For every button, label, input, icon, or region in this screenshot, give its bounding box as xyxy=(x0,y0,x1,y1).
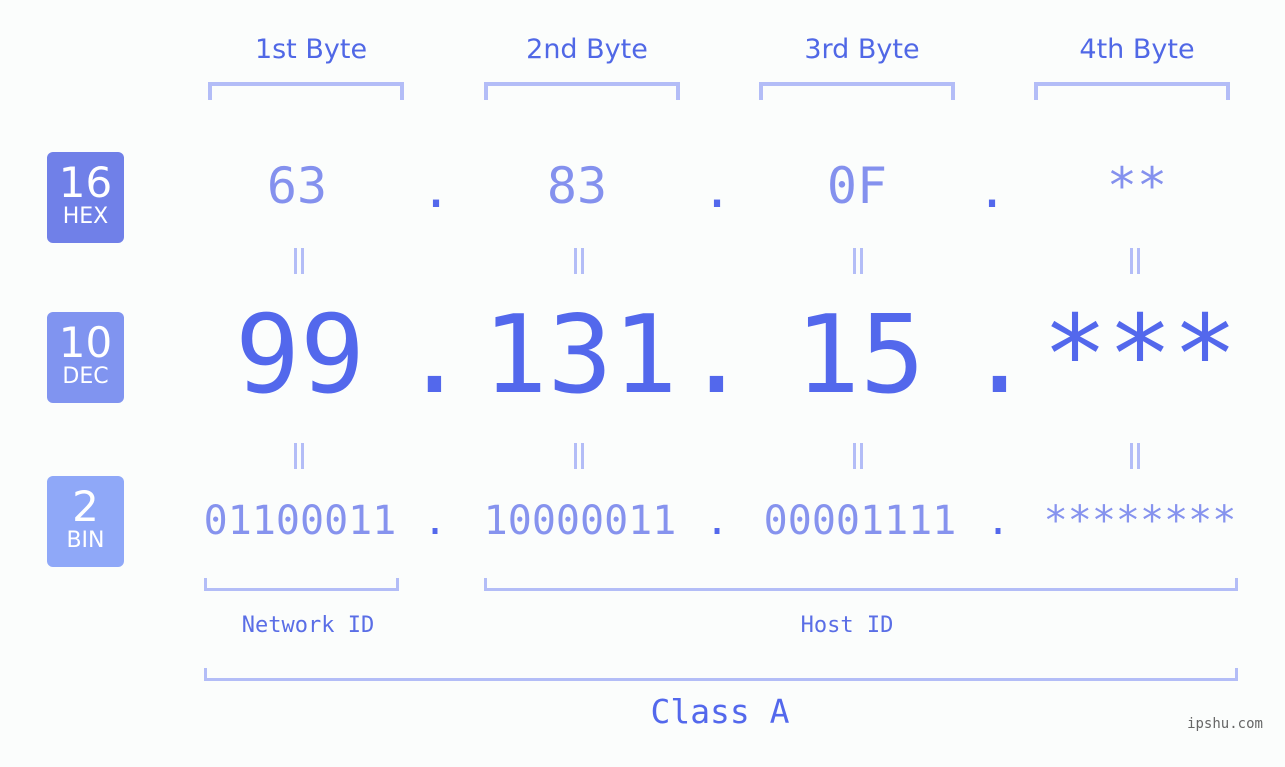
hex-value-3: 0F xyxy=(826,157,888,215)
dec-separator-3: . xyxy=(967,293,1033,418)
dec-badge: 10 DEC xyxy=(47,312,124,403)
byte-bracket-4 xyxy=(1034,82,1230,100)
equals-icon xyxy=(851,443,865,469)
hex-separator-3: . xyxy=(976,161,1008,219)
equals-icon xyxy=(572,248,586,274)
dec-separator-2: . xyxy=(684,293,750,418)
bin-value-2: 10000011 xyxy=(483,498,677,544)
bin-badge: 2 BIN xyxy=(47,476,124,567)
hex-value-1: 63 xyxy=(266,157,328,215)
equals-icon xyxy=(1128,248,1142,274)
network-id-bracket xyxy=(204,578,399,591)
byte-header-4: 4th Byte xyxy=(1079,34,1195,65)
bin-separator-3: . xyxy=(985,498,1011,544)
hex-separator-1: . xyxy=(420,161,452,219)
equals-icon xyxy=(292,248,306,274)
equals-icon xyxy=(572,443,586,469)
hex-base-number: 16 xyxy=(58,158,113,207)
ip-class-label: Class A xyxy=(650,692,790,731)
bin-base-number: 2 xyxy=(72,482,99,531)
network-id-label: Network ID xyxy=(241,613,375,638)
bin-base-label: BIN xyxy=(66,528,105,553)
class-bracket xyxy=(204,668,1238,681)
equals-icon xyxy=(1128,443,1142,469)
bin-value-3: 00001111 xyxy=(763,498,957,544)
byte-bracket-2 xyxy=(484,82,680,100)
equals-icon xyxy=(292,443,306,469)
host-id-label: Host ID xyxy=(800,613,894,638)
byte-header-2: 2nd Byte xyxy=(526,34,648,65)
dec-value-4: *** xyxy=(1042,293,1238,418)
bin-separator-1: . xyxy=(422,498,448,544)
host-id-bracket xyxy=(484,578,1238,591)
equals-icon xyxy=(851,248,865,274)
byte-bracket-3 xyxy=(759,82,955,100)
hex-value-4: ** xyxy=(1106,157,1168,215)
byte-header-1: 1st Byte xyxy=(254,34,368,65)
byte-header-3: 3rd Byte xyxy=(804,34,920,65)
byte-bracket-1 xyxy=(208,82,404,100)
bin-value-1: 01100011 xyxy=(203,498,397,544)
hex-separator-2: . xyxy=(701,161,733,219)
watermark: ipshu.com xyxy=(1187,716,1263,732)
hex-badge: 16 HEX xyxy=(47,152,124,243)
dec-base-label: DEC xyxy=(62,364,109,389)
hex-base-label: HEX xyxy=(62,204,109,229)
dec-value-3: 15 xyxy=(794,293,926,418)
bin-separator-2: . xyxy=(704,498,730,544)
dec-base-number: 10 xyxy=(58,318,113,367)
dec-separator-1: . xyxy=(402,293,468,418)
hex-value-2: 83 xyxy=(546,157,608,215)
bin-value-4: ******** xyxy=(1043,498,1237,544)
